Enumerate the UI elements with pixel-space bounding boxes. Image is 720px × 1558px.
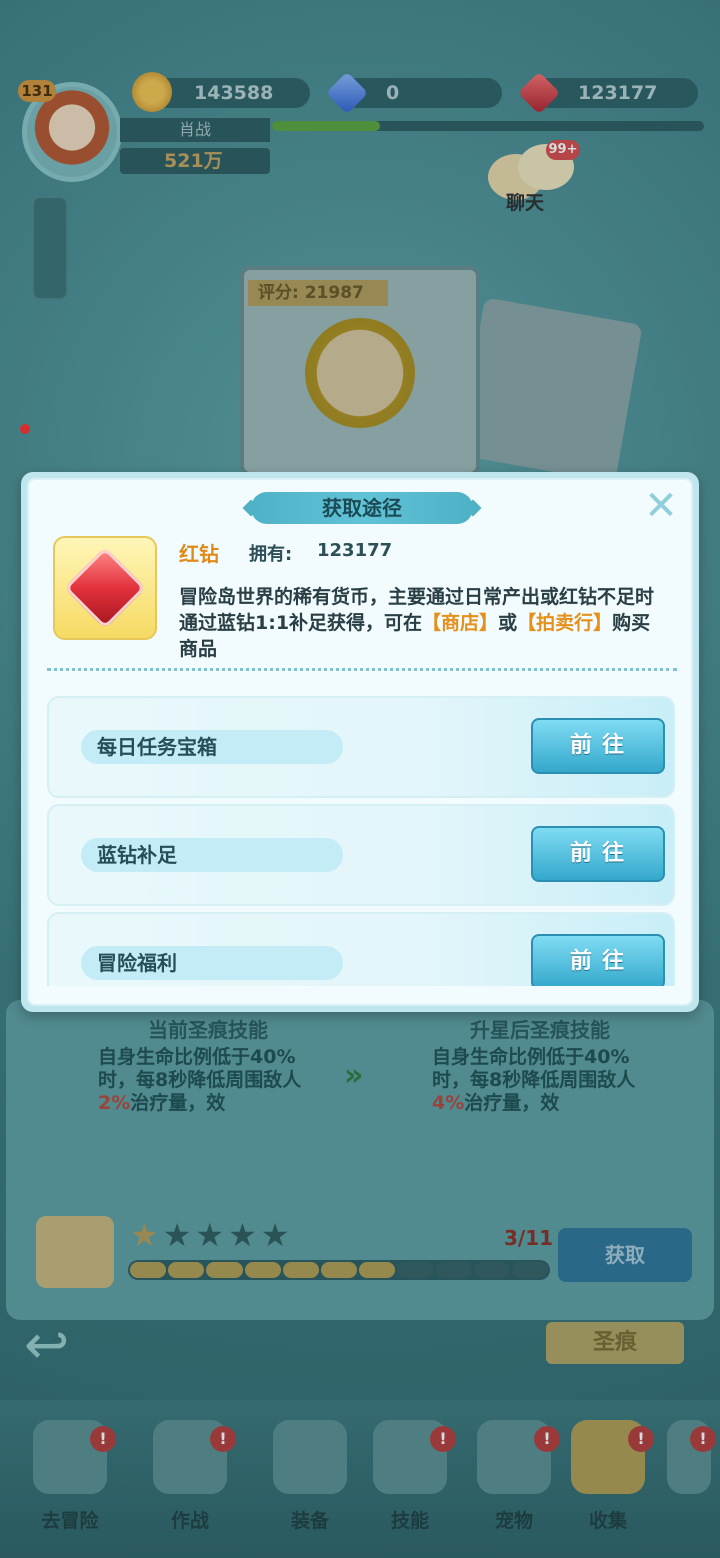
go-button[interactable]: 前往: [531, 934, 665, 986]
item-icon-frame: [53, 536, 157, 640]
dialog-body: 获取途径 ✕ 红钻 拥有: 123177 冒险岛世界的稀有货币，主要通过日常产出…: [27, 478, 693, 1006]
item-description: 冒险岛世界的稀有货币，主要通过日常产出或红钻不足时通过蓝钻1:1补足获得，可在【…: [179, 584, 659, 662]
route-label: 每日任务宝箱: [81, 730, 343, 764]
route-list[interactable]: 每日任务宝箱 前往 蓝钻补足 前往 冒险福利 前往: [47, 696, 677, 986]
dialog-title: 获取途径: [251, 492, 473, 524]
shop-link[interactable]: 【商店】: [422, 612, 498, 634]
item-name: 红钻: [179, 542, 219, 566]
auction-link[interactable]: 【拍卖行】: [517, 612, 612, 634]
red-diamond-icon: [63, 546, 147, 630]
route-row: 每日任务宝箱 前往: [47, 696, 675, 798]
owned-value: 123177: [317, 540, 393, 561]
go-button[interactable]: 前往: [531, 826, 665, 882]
divider: [47, 668, 677, 671]
desc-text-or: 或: [498, 612, 518, 634]
route-label: 冒险福利: [81, 946, 343, 980]
acquisition-dialog: 获取途径 ✕ 红钻 拥有: 123177 冒险岛世界的稀有货币，主要通过日常产出…: [21, 472, 699, 1012]
owned-label: 拥有:: [249, 544, 293, 565]
go-button[interactable]: 前往: [531, 718, 665, 774]
close-icon[interactable]: ✕: [643, 486, 679, 526]
route-row: 冒险福利 前往: [47, 912, 675, 986]
route-label: 蓝钻补足: [81, 838, 343, 872]
route-row: 蓝钻补足 前往: [47, 804, 675, 906]
